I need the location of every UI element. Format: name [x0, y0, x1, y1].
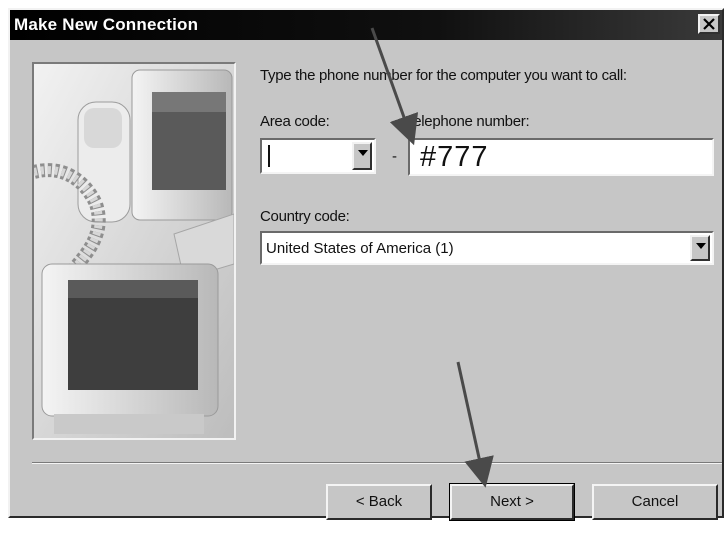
country-code-label: Country code:	[260, 208, 350, 225]
telephone-number-input[interactable]: #777	[408, 138, 714, 176]
cancel-button[interactable]: Cancel	[592, 484, 718, 520]
button-separator	[32, 462, 722, 464]
wizard-illustration	[32, 62, 236, 440]
country-code-select[interactable]: United States of America (1)	[260, 231, 714, 265]
chevron-down-icon	[358, 150, 368, 156]
country-code-dropdown-button[interactable]	[690, 235, 710, 261]
close-button[interactable]	[698, 14, 720, 34]
telephone-number-value: #777	[420, 141, 489, 173]
area-code-combo[interactable]	[260, 138, 376, 174]
make-new-connection-dialog: Make New Connection Type the phone numbe…	[8, 8, 724, 521]
chevron-down-icon	[696, 243, 706, 249]
computer-phone-illustration	[34, 64, 234, 438]
area-phone-dash: -	[392, 148, 397, 165]
area-code-dropdown-button[interactable]	[352, 142, 372, 170]
text-caret	[268, 145, 270, 167]
telephone-number-label: Telephone number:	[406, 113, 530, 130]
title-bar[interactable]: Make New Connection	[10, 10, 722, 40]
window-title: Make New Connection	[14, 15, 199, 34]
close-icon	[703, 18, 715, 30]
instruction-text: Type the phone number for the computer y…	[260, 67, 627, 84]
back-button[interactable]: < Back	[326, 484, 432, 520]
area-code-label: Area code:	[260, 113, 330, 130]
area-code-label-text: Area code:	[260, 113, 330, 130]
country-code-value: United States of America (1)	[266, 240, 454, 257]
next-button[interactable]: Next >	[449, 483, 575, 521]
